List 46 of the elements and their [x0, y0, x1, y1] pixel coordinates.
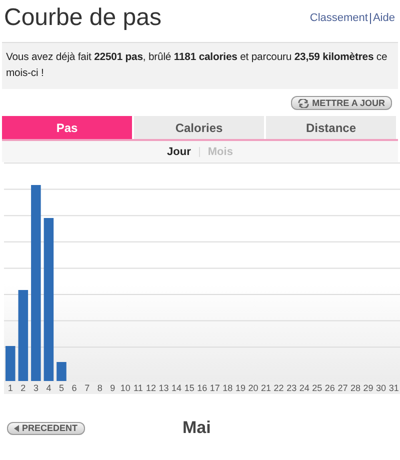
header-link[interactable]: Aide — [372, 12, 395, 24]
day-label: 28 — [349, 382, 362, 394]
tab[interactable]: Distance — [266, 116, 398, 139]
day-label: 23 — [286, 382, 298, 394]
day-label: 5 — [58, 382, 66, 394]
day-label: 20 — [247, 382, 260, 394]
day-label: 31 — [388, 382, 400, 394]
day-label: 24 — [298, 382, 310, 394]
day-label: 19 — [234, 382, 246, 394]
left-arrow-icon — [14, 424, 19, 432]
day-label: 16 — [196, 382, 208, 394]
tab[interactable]: Calories — [134, 116, 266, 139]
day-label: 18 — [222, 382, 234, 394]
day-label: 25 — [311, 382, 324, 394]
day-label: 27 — [336, 382, 349, 394]
day-label: 30 — [375, 382, 388, 394]
day-label: 8 — [96, 382, 104, 394]
day-label: 21 — [260, 382, 272, 394]
day-label: 13 — [158, 382, 170, 394]
day-label: 2 — [20, 382, 27, 394]
summary-text: Vous avez déjà fait 22501 pas, brûlé 1181 calories et parcouru 23,59 kilomètres ce mois-ci ! — [2, 42, 398, 89]
day-label: 9 — [109, 382, 116, 394]
day-label: 11 — [132, 382, 144, 394]
day-label: 14 — [170, 382, 183, 394]
period-link[interactable]: Jour — [167, 146, 191, 158]
day-label: 17 — [208, 382, 221, 394]
page-title: Courbe de pas — [4, 4, 162, 32]
day-label: 29 — [362, 382, 374, 394]
tab[interactable]: Pas — [2, 116, 134, 139]
day-label: 1 — [6, 382, 14, 394]
update-button[interactable]: METTRE A JOUR — [291, 96, 392, 110]
day-label: 7 — [84, 382, 91, 394]
day-label: 22 — [272, 382, 285, 394]
day-label: 6 — [70, 382, 78, 394]
bar — [56, 362, 66, 381]
day-label: 12 — [144, 382, 157, 394]
day-label: 10 — [119, 382, 132, 394]
bar — [6, 346, 16, 381]
day-label: 4 — [45, 382, 52, 394]
header-link[interactable]: Classement — [310, 12, 368, 24]
month-label: Mai — [182, 418, 211, 438]
previous-button[interactable]: PRECEDENT — [7, 422, 85, 434]
refresh-icon — [298, 98, 310, 108]
day-label: 15 — [183, 382, 196, 394]
day-label: 3 — [32, 382, 40, 394]
day-label: 26 — [324, 382, 336, 394]
